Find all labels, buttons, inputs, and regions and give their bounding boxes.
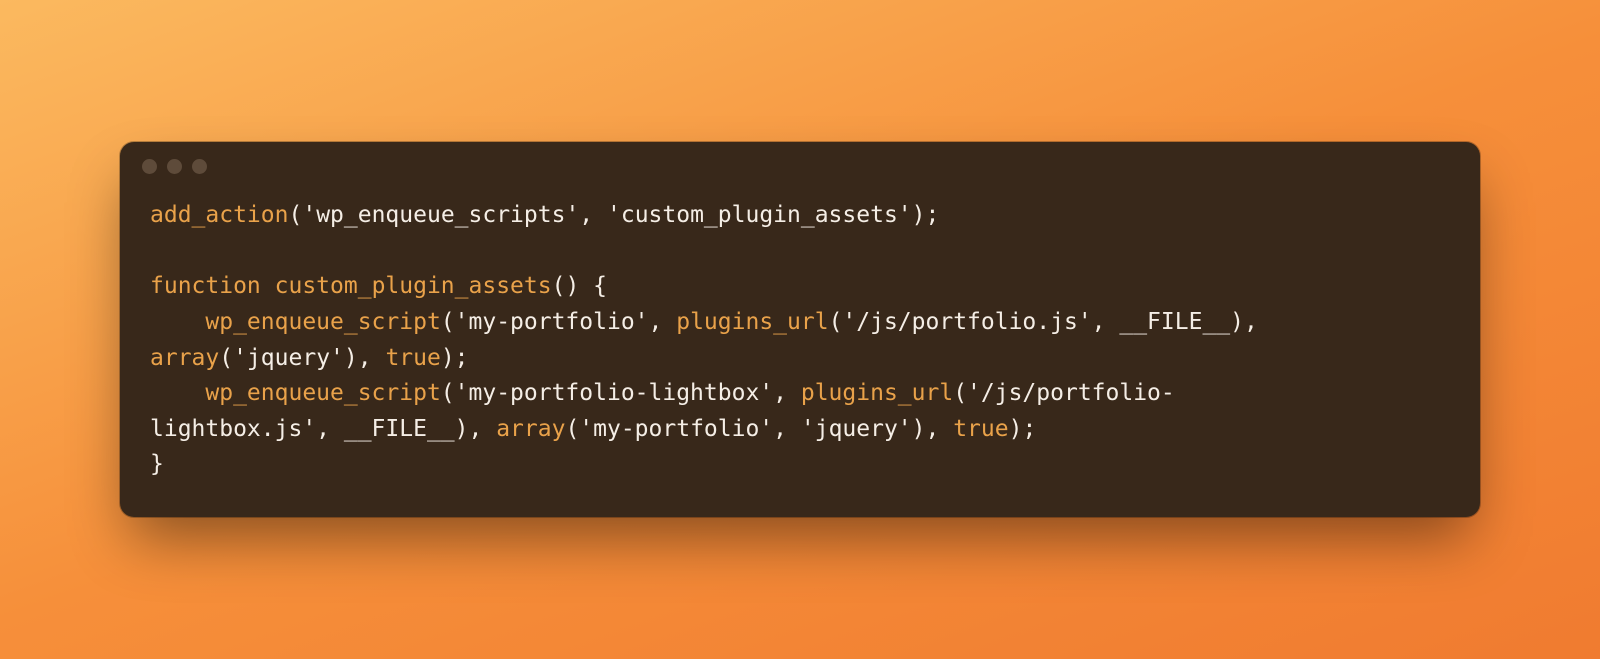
traffic-light-max-icon bbox=[192, 159, 207, 174]
titlebar bbox=[120, 142, 1480, 192]
code-token: 'my-portfolio' bbox=[579, 416, 773, 442]
code-token: 'jquery' bbox=[801, 416, 912, 442]
code-token: lightbox.js' bbox=[150, 416, 316, 442]
code-token: , __FILE__), bbox=[316, 416, 496, 442]
code-token: ( bbox=[441, 309, 455, 335]
code-token bbox=[261, 273, 275, 299]
code-token: custom_plugin_assets bbox=[275, 273, 552, 299]
code-token: true bbox=[953, 416, 1008, 442]
code-token: '/js/portfolio- bbox=[967, 380, 1175, 406]
code-token: } bbox=[150, 451, 164, 477]
traffic-light-min-icon bbox=[167, 159, 182, 174]
code-token: ( bbox=[219, 345, 233, 371]
code-token: 'custom_plugin_assets' bbox=[607, 202, 912, 228]
code-token bbox=[150, 309, 205, 335]
code-token: plugins_url bbox=[801, 380, 953, 406]
code-token: () { bbox=[552, 273, 607, 299]
code-token: 'my-portfolio-lightbox' bbox=[455, 380, 774, 406]
code-token: plugins_url bbox=[676, 309, 828, 335]
code-token: 'my-portfolio' bbox=[455, 309, 649, 335]
code-token: ( bbox=[565, 416, 579, 442]
code-token: , __FILE__), bbox=[1092, 309, 1272, 335]
traffic-light-close-icon bbox=[142, 159, 157, 174]
code-token: ); bbox=[912, 202, 940, 228]
code-token: , bbox=[773, 416, 801, 442]
code-token: , bbox=[579, 202, 607, 228]
code-token: ( bbox=[441, 380, 455, 406]
code-token: wp_enqueue_script bbox=[205, 309, 440, 335]
code-window: add_action('wp_enqueue_scripts', 'custom… bbox=[120, 142, 1480, 517]
code-token: true bbox=[385, 345, 440, 371]
code-token: , bbox=[649, 309, 677, 335]
code-token: add_action bbox=[150, 202, 288, 228]
code-token: array bbox=[150, 345, 219, 371]
code-token: , bbox=[773, 380, 801, 406]
code-token: ( bbox=[288, 202, 302, 228]
code-token: wp_enqueue_script bbox=[205, 380, 440, 406]
code-token: 'wp_enqueue_scripts' bbox=[302, 202, 579, 228]
code-token: function bbox=[150, 273, 261, 299]
code-token: ); bbox=[441, 345, 469, 371]
code-token bbox=[150, 380, 205, 406]
code-token: ), bbox=[344, 345, 386, 371]
code-token: ( bbox=[953, 380, 967, 406]
code-token: ); bbox=[1009, 416, 1037, 442]
code-block: add_action('wp_enqueue_scripts', 'custom… bbox=[120, 192, 1480, 517]
code-token: array bbox=[496, 416, 565, 442]
code-token: ( bbox=[829, 309, 843, 335]
code-token: ), bbox=[912, 416, 954, 442]
code-token: '/js/portfolio.js' bbox=[842, 309, 1091, 335]
code-token: 'jquery' bbox=[233, 345, 344, 371]
